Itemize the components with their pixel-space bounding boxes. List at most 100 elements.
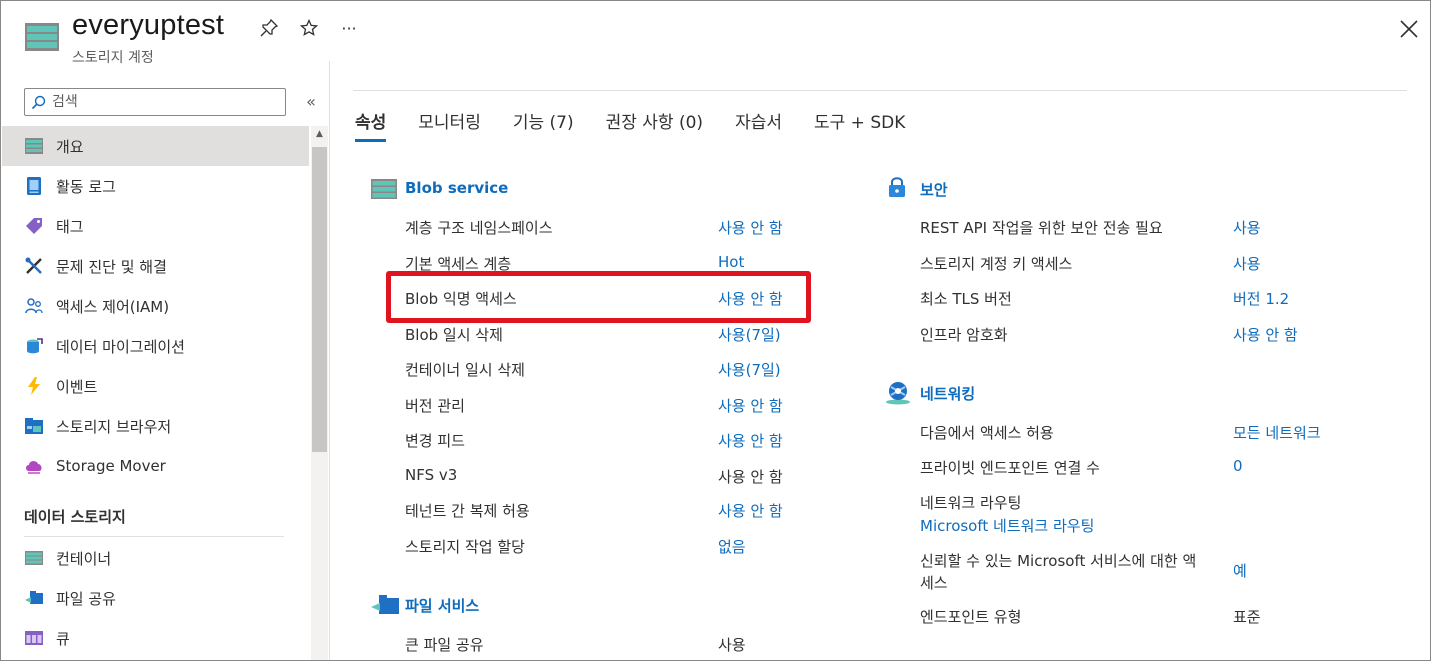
prop-value: 표준 <box>1233 608 1261 626</box>
prop-value-link[interactable]: 예 <box>1233 560 1247 581</box>
wrench-icon <box>25 257 43 275</box>
prop-label: 엔드포인트 유형 <box>920 608 1022 626</box>
collapse-sidebar-button[interactable]: « <box>301 90 321 112</box>
prop-value-link[interactable]: 사용 안 함 <box>718 430 783 451</box>
star-icon <box>300 19 318 36</box>
blob-service-icon <box>371 179 397 199</box>
prop-value-link[interactable]: 사용 안 함 <box>718 395 783 416</box>
queue-icon <box>25 629 43 647</box>
sidebar-item-label: 큐 <box>56 629 70 648</box>
lock-icon <box>889 177 905 197</box>
tab-recommendations[interactable]: 권장 사항 (0) <box>606 108 703 144</box>
close-icon <box>1400 20 1418 38</box>
prop-value-link[interactable]: Microsoft 네트워크 라우팅 <box>920 515 1094 536</box>
sidebar-item-diagnose[interactable]: 문제 진단 및 해결 <box>2 246 309 286</box>
search-icon <box>31 95 46 109</box>
sidebar-item-iam[interactable]: 액세스 제어(IAM) <box>2 286 309 326</box>
prop-label: 다음에서 액세스 허용 <box>920 424 1054 442</box>
storage-account-icon <box>25 23 59 51</box>
prop-label-continued: 세스 <box>920 574 948 592</box>
scroll-up-icon[interactable]: ▲ <box>311 129 328 143</box>
prop-value-link[interactable]: 사용(7일) <box>718 324 781 345</box>
prop-label: 스토리지 작업 할당 <box>405 538 525 556</box>
prop-label: 인프라 암호화 <box>920 326 1008 344</box>
prop-value-link[interactable]: 사용 <box>1233 217 1261 238</box>
prop-value-link[interactable]: 모든 네트워크 <box>1233 422 1321 443</box>
storage-browser-icon <box>25 417 43 435</box>
section-title-blob-service[interactable]: Blob service <box>405 179 508 197</box>
prop-label: 스토리지 계정 키 액세스 <box>920 255 1073 273</box>
cloud-icon <box>25 457 43 475</box>
highlight-box <box>386 271 811 323</box>
pin-button[interactable] <box>257 16 281 40</box>
networking-icon <box>886 382 910 405</box>
tab-monitoring[interactable]: 모니터링 <box>418 108 481 144</box>
sidebar-item-label: 파일 공유 <box>56 589 116 608</box>
sidebar-item-queues[interactable]: 큐 <box>2 618 309 658</box>
activity-log-icon <box>25 177 43 195</box>
sidebar-scrollbar-thumb[interactable] <box>312 147 327 452</box>
sidebar-item-label: 액세스 제어(IAM) <box>56 297 170 316</box>
prop-label: 신뢰할 수 있는 Microsoft 서비스에 대한 액 <box>920 552 1197 570</box>
prop-value-link[interactable]: 0 <box>1233 457 1243 475</box>
sidebar-item-storage-browser[interactable]: 스토리지 브라우저 <box>2 406 309 446</box>
sidebar-item-overview[interactable]: 개요 <box>2 126 309 166</box>
migration-icon <box>25 337 43 355</box>
sidebar-item-events[interactable]: 이벤트 <box>2 366 309 406</box>
prop-label: 큰 파일 공유 <box>405 636 484 654</box>
prop-value-link[interactable]: 사용 안 함 <box>718 500 783 521</box>
search-input[interactable] <box>52 94 272 110</box>
prop-label: 컨테이너 일시 삭제 <box>405 361 525 379</box>
more-button[interactable]: ··· <box>337 16 361 40</box>
prop-value: 사용 안 함 <box>718 468 783 486</box>
sidebar-nav-data-storage: 컨테이너 파일 공유 큐 <box>2 538 309 658</box>
sidebar-item-label: Storage Mover <box>56 457 166 475</box>
prop-value: 사용 <box>718 636 746 654</box>
sidebar-item-label: 데이터 마이그레이션 <box>56 337 185 356</box>
prop-label: NFS v3 <box>405 466 458 484</box>
pin-icon <box>260 19 278 37</box>
file-service-icon <box>371 595 399 614</box>
tag-icon <box>25 217 43 235</box>
sidebar-item-label: 문제 진단 및 해결 <box>56 257 167 276</box>
favorite-button[interactable] <box>297 16 321 40</box>
sidebar-item-migration[interactable]: 데이터 마이그레이션 <box>2 326 309 366</box>
close-button[interactable] <box>1396 16 1422 42</box>
section-title-security[interactable]: 보안 <box>920 179 948 200</box>
sidebar-item-label: 태그 <box>56 217 84 236</box>
tab-tools-sdk[interactable]: 도구 + SDK <box>814 108 905 144</box>
prop-value-link[interactable]: 없음 <box>718 536 746 557</box>
sidebar-item-file-shares[interactable]: 파일 공유 <box>2 578 309 618</box>
prop-value-link[interactable]: Hot <box>718 253 744 271</box>
sidebar-item-label: 활동 로그 <box>56 177 116 196</box>
sidebar-item-activity-log[interactable]: 활동 로그 <box>2 166 309 206</box>
sidebar-divider-vertical <box>329 61 330 660</box>
sidebar-item-storage-mover[interactable]: Storage Mover <box>2 446 309 486</box>
prop-label: 변경 피드 <box>405 432 465 450</box>
prop-value-link[interactable]: 사용 <box>1233 253 1261 274</box>
section-title-networking[interactable]: 네트워킹 <box>920 383 975 404</box>
sidebar-section-data-storage: 데이터 스토리지 <box>24 508 126 526</box>
prop-label: REST API 작업을 위한 보안 전송 필요 <box>920 219 1163 237</box>
prop-value-link[interactable]: 사용 안 함 <box>718 217 783 238</box>
prop-value-link[interactable]: 버전 1.2 <box>1233 288 1289 309</box>
prop-label: 프라이빗 엔드포인트 연결 수 <box>920 459 1100 477</box>
sidebar-item-containers[interactable]: 컨테이너 <box>2 538 309 578</box>
prop-value-link[interactable]: 사용 안 함 <box>1233 324 1298 345</box>
sidebar-item-tags[interactable]: 태그 <box>2 206 309 246</box>
sidebar-item-label: 컨테이너 <box>56 549 112 568</box>
overview-icon <box>25 137 43 155</box>
content-top-divider <box>353 90 1407 91</box>
sidebar-nav: 개요 활동 로그 태그 문제 진단 및 해결 액세스 제어(IAM) 데이터 마… <box>2 126 309 486</box>
sidebar-search[interactable] <box>24 88 286 116</box>
prop-label: 버전 관리 <box>405 397 465 415</box>
prop-label: 계층 구조 네임스페이스 <box>405 219 553 237</box>
page-title: everyuptest <box>72 9 225 41</box>
tab-tutorials[interactable]: 자습서 <box>735 108 782 144</box>
prop-value-link[interactable]: 사용(7일) <box>718 359 781 380</box>
tab-capabilities[interactable]: 기능 (7) <box>513 108 574 144</box>
tab-properties[interactable]: 속성 <box>355 108 387 144</box>
page-subtitle: 스토리지 계정 <box>72 50 154 66</box>
sidebar-item-label: 스토리지 브라우저 <box>56 417 172 436</box>
section-title-file-service[interactable]: 파일 서비스 <box>405 595 479 616</box>
